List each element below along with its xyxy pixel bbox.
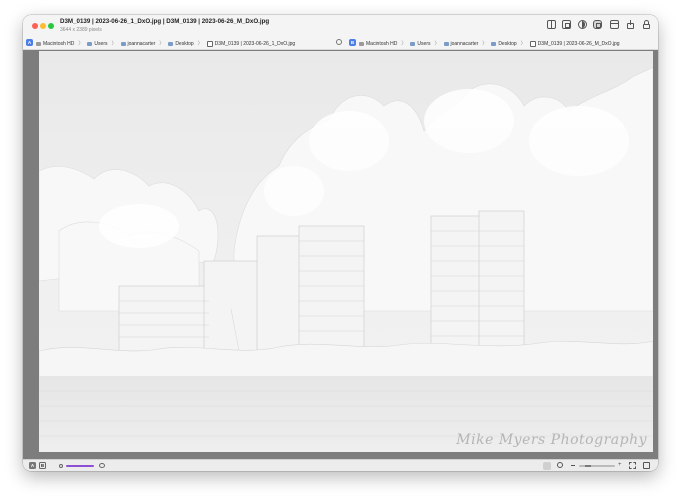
zoom-slider[interactable] [579,465,615,467]
breadcrumb-item[interactable]: Desktop [175,41,193,47]
magnifier-icon[interactable] [557,462,563,468]
image-file-icon [529,40,536,47]
copy-icon[interactable] [562,20,571,29]
image-file-icon [206,40,213,47]
fit-to-window-icon[interactable] [629,462,636,469]
title-bar: D3M_0139 | 2023-06-26_1_DxO.jpg | D3M_01… [23,15,658,37]
image-a-button[interactable]: A [29,462,36,469]
fullscreen-icon[interactable] [643,462,650,469]
breadcrumb-item[interactable]: D3M_0139 | 2023-06-26_1_DxO.jpg [215,41,296,47]
image-b-badge: B [349,39,356,46]
chevron-right-icon: 〉 [401,41,407,47]
bottom-toolbar: A B + [23,459,658,471]
folder-icon [443,41,449,46]
folder-icon [120,41,126,46]
window-title: D3M_0139 | 2023-06-26_1_DxO.jpg | D3M_01… [60,18,270,25]
folder-icon [491,41,497,46]
window-icon[interactable] [610,20,619,29]
blend-slider[interactable] [66,465,94,467]
breadcrumb-item[interactable]: Users [417,41,430,47]
minimize-window-button[interactable] [40,23,46,29]
chevron-right-icon: 〉 [78,41,84,47]
lock-icon[interactable] [642,20,651,29]
image-b-button[interactable]: B [39,462,46,469]
chevron-right-icon: 〉 [482,41,488,47]
compare-icon[interactable] [578,20,587,29]
hard-disk-icon [36,41,41,46]
image-viewer[interactable]: Mike Myers Photography [23,50,658,459]
zoom-in-icon[interactable]: + [618,462,622,468]
eye-icon[interactable] [99,463,105,468]
path-bar: A Macintosh HD 〉 Users 〉 joannacarter 〉 … [23,37,658,50]
hand-tool-icon[interactable] [543,462,551,470]
breadcrumb-item[interactable]: joannacarter [451,41,479,47]
chevron-right-icon: 〉 [520,41,526,47]
breadcrumb-item[interactable]: D3M_0139 | 2023-06-26_M_DxO.jpg [538,41,620,47]
chevron-right-icon: 〉 [197,41,203,47]
folder-icon [87,41,93,46]
sidebar-icon[interactable] [547,20,556,29]
breadcrumb-item[interactable]: Macintosh HD [366,41,397,47]
breadcrumb-item[interactable]: Desktop [498,41,516,47]
left-breadcrumb: Macintosh HD 〉 Users 〉 joannacarter 〉 De… [36,40,295,47]
breadcrumb-item[interactable]: Users [94,41,107,47]
close-window-button[interactable] [32,23,38,29]
app-window: D3M_0139 | 2023-06-26_1_DxO.jpg | D3M_01… [23,15,658,471]
hard-disk-icon [359,41,364,46]
photo-graphic [38,51,654,452]
chevron-right-icon: 〉 [111,41,117,47]
folder-icon [168,41,174,46]
maximize-window-button[interactable] [48,23,54,29]
breadcrumb-item[interactable]: Macintosh HD [43,41,74,47]
chevron-right-icon: 〉 [159,41,165,47]
image-dimensions: 3644 x 2389 pixels [60,27,102,33]
difference-image[interactable]: Mike Myers Photography [38,51,654,452]
breadcrumb-item[interactable]: joannacarter [128,41,156,47]
zoom-out-icon[interactable] [571,465,575,466]
right-breadcrumb: Macintosh HD 〉 Users 〉 joannacarter 〉 De… [359,40,620,47]
folder-icon [410,41,416,46]
history-icon[interactable] [336,39,342,45]
overlay-icon[interactable] [593,20,602,29]
photo-watermark: Mike Myers Photography [456,432,647,448]
blend-start-icon [59,464,63,468]
export-icon[interactable] [626,20,635,29]
chevron-right-icon: 〉 [434,41,440,47]
image-a-badge: A [26,39,33,46]
zoom-slider-fill [585,465,591,467]
